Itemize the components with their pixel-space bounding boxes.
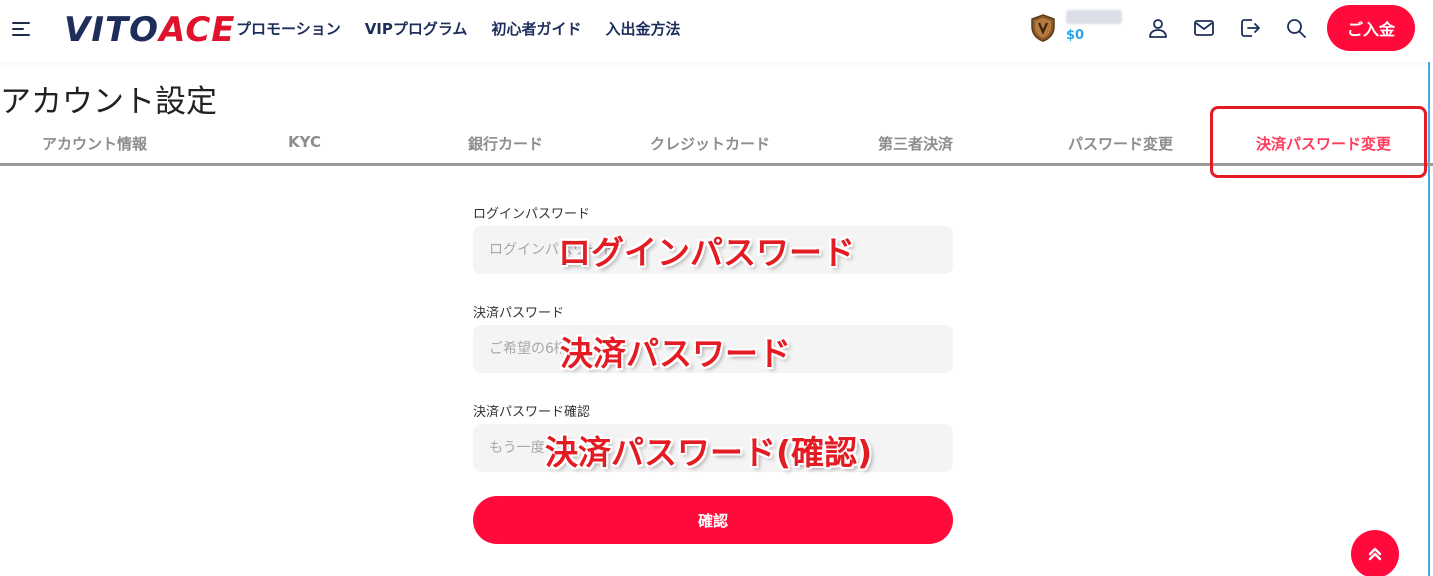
payment-password-confirm-input[interactable] [473, 424, 953, 472]
double-chevron-up-icon [1368, 547, 1382, 561]
nav-item-deposit-withdrawal[interactable]: 入出金方法 [605, 18, 680, 39]
payment-password-confirm-label: 決済パスワード確認 [473, 405, 591, 420]
mail-icon[interactable] [1192, 16, 1216, 40]
nav-item-promotion[interactable]: プロモーション [236, 18, 341, 39]
shield-badge-icon [1031, 14, 1055, 42]
tab-kyc[interactable]: KYC [288, 133, 321, 151]
logo-text-ace: ACE [159, 10, 236, 50]
site-logo[interactable]: VITOACE [64, 10, 236, 50]
nav-item-beginner-guide[interactable]: 初心者ガイド [491, 18, 581, 39]
logout-icon[interactable] [1238, 16, 1262, 40]
username-blurred [1066, 10, 1122, 24]
payment-password-input[interactable] [473, 325, 953, 373]
user-info[interactable]: $0 [1066, 10, 1122, 43]
page-title: アカウント設定 [0, 84, 217, 120]
top-header: VITOACE プロモーション VIPプログラム 初心者ガイド 入出金方法 $0… [0, 0, 1433, 62]
search-icon[interactable] [1284, 16, 1308, 40]
highlight-box [1210, 106, 1427, 178]
scroll-to-top-button[interactable] [1351, 530, 1399, 576]
login-password-input[interactable] [473, 226, 953, 274]
tab-third-party-payment[interactable]: 第三者決済 [878, 133, 953, 154]
balance-amount: $0 [1066, 28, 1085, 43]
deposit-button[interactable]: ご入金 [1327, 5, 1415, 51]
payment-password-label: 決済パスワード [473, 306, 565, 321]
nav-item-vip-program[interactable]: VIPプログラム [365, 18, 468, 39]
tab-account-info[interactable]: アカウント情報 [42, 133, 147, 154]
main-nav: プロモーション VIPプログラム 初心者ガイド 入出金方法 [236, 0, 704, 56]
menu-icon[interactable] [12, 18, 34, 40]
confirm-button[interactable]: 確認 [473, 496, 953, 544]
login-password-label: ログインパスワード [473, 207, 591, 222]
user-icon[interactable] [1146, 16, 1170, 40]
tab-credit-card[interactable]: クレジットカード [650, 133, 770, 154]
tab-bank-card[interactable]: 銀行カード [468, 133, 543, 154]
logo-text-vito: VITO [64, 10, 160, 50]
tab-password-change[interactable]: パスワード変更 [1068, 133, 1173, 154]
